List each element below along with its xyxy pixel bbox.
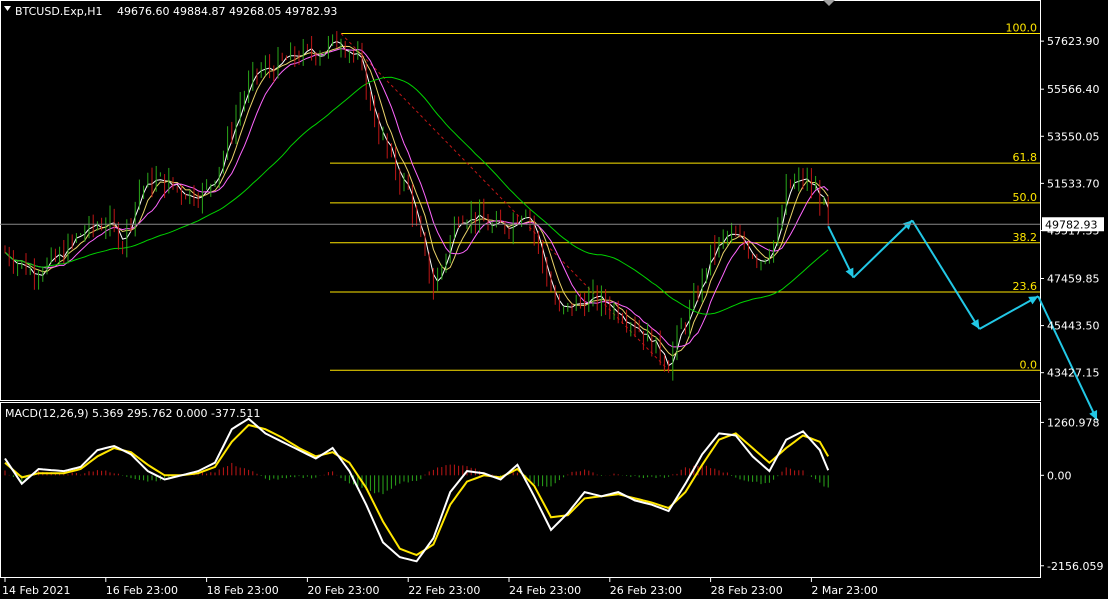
price-tick-label: 47459.85 xyxy=(1047,273,1100,286)
time-tick-label: 18 Feb 23:00 xyxy=(207,584,279,597)
macd-tick-label: 0.00 xyxy=(1047,469,1072,482)
fib-level-label: 61.8 xyxy=(1013,151,1038,164)
symbol-label: BTCUSD.Exp,H1 xyxy=(15,5,103,18)
current-price-label: 49782.93 xyxy=(1045,218,1098,231)
price-tick-label: 57623.90 xyxy=(1047,35,1100,48)
price-tick-label: 55566.40 xyxy=(1047,83,1100,96)
time-tick-label: 2 Mar 23:00 xyxy=(811,584,877,597)
macd-tick-label: -2156.059 xyxy=(1047,560,1103,573)
time-tick-label: 16 Feb 23:00 xyxy=(106,584,178,597)
time-tick-label: 26 Feb 23:00 xyxy=(610,584,682,597)
time-tick-label: 14 Feb 2021 xyxy=(2,584,70,597)
time-tick-label: 28 Feb 23:00 xyxy=(711,584,783,597)
time-tick-label: 24 Feb 23:00 xyxy=(509,584,581,597)
ohlc-values: 49676.60 49884.87 49268.05 49782.93 xyxy=(117,5,337,18)
fib-level-label: 50.0 xyxy=(1013,191,1038,204)
price-tick-label: 53550.05 xyxy=(1047,130,1100,143)
trading-chart[interactable]: 100.0 61.8 50.0 38.2 23.6 0.0 57623.90 55566.4… xyxy=(0,0,1108,599)
fib-level-label: 38.2 xyxy=(1013,231,1038,244)
macd-tick-label: 1260.978 xyxy=(1047,416,1100,429)
price-tick-label: 45443.50 xyxy=(1047,320,1100,333)
price-tick-label: 51533.70 xyxy=(1047,177,1100,190)
macd-label: MACD(12,26,9) 5.369 295.762 0.000 -377.5… xyxy=(5,407,260,420)
current-price-tag: 49782.93 xyxy=(1042,217,1104,232)
price-tick-label: 43427.15 xyxy=(1047,367,1100,380)
fib-level-label: 100.0 xyxy=(1006,22,1038,35)
time-tick-label: 22 Feb 23:00 xyxy=(408,584,480,597)
fib-level-label: 0.0 xyxy=(1020,358,1038,371)
time-tick-label: 20 Feb 23:00 xyxy=(307,584,379,597)
fib-level-label: 23.6 xyxy=(1013,280,1038,293)
